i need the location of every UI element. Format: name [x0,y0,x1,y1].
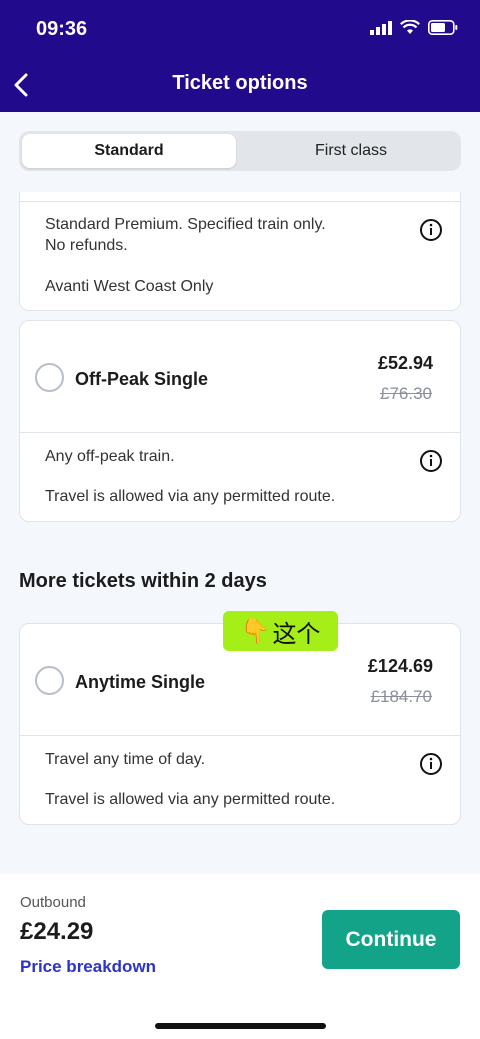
outbound-label: Outbound [20,894,86,911]
class-selector-bar: Standard First class [0,112,480,192]
ticket-radio[interactable] [35,666,64,695]
total-price: £24.29 [20,918,94,945]
ticket-operator: Avanti West Coast Only [45,278,214,295]
ticket-price: £52.94 [377,353,433,373]
annotation-sticker: 👇 这个 [223,611,338,651]
info-icon[interactable] [419,218,443,242]
ticket-description: Any off-peak train. [45,448,175,465]
card-header: Off-Peak Single £52.94 £76.30 [20,321,460,433]
checkout-bar: Outbound £24.29 Price breakdown Continue [0,874,480,1039]
ticket-card-off-peak-single[interactable]: Off-Peak Single £52.94 £76.30 Any off-pe… [19,320,461,522]
status-time: 09:36 [36,18,88,40]
ticket-old-price: £184.70 [370,687,432,706]
section-title: More tickets within 2 days [19,570,267,592]
ticket-list: Standard Premium. Specified train only. … [0,188,480,874]
battery-icon [428,20,458,35]
sticker-text: 这个 [272,620,321,648]
ticket-radio[interactable] [35,363,64,392]
status-icons [370,20,458,35]
ticket-description: Travel any time of day. [45,751,206,768]
ticket-price: £124.69 [367,656,433,676]
page-title: Ticket options [172,72,308,94]
ticket-card-anytime-single[interactable]: 👇 这个 Anytime Single £124.69 £184.70 Trav… [19,611,461,825]
home-indicator [155,1023,326,1029]
wifi-icon [400,20,420,34]
price-breakdown-link[interactable]: Price breakdown [20,957,156,977]
app-header: 09:36 Ticket options [0,0,480,112]
ticket-name: Anytime Single [75,672,206,692]
card-header: 👇 这个 Anytime Single £124.69 £184.70 [20,611,460,736]
cellular-signal-icon [370,20,392,35]
ticket-description: Standard Premium. Specified train only. [45,216,326,233]
ticket-name: Off-Peak Single [75,369,209,389]
tab-first-class[interactable]: First class [244,134,458,168]
ticket-old-price: £76.30 [380,384,432,403]
ticket-route-info: Travel is allowed via any permitted rout… [45,791,336,808]
ticket-route-info: Travel is allowed via any permitted rout… [45,488,336,505]
class-segmented-control: Standard First class [19,131,461,171]
info-icon[interactable] [419,752,443,776]
continue-button[interactable]: Continue [322,910,460,969]
ticket-description-extra: No refunds. [45,237,128,254]
tab-standard[interactable]: Standard [22,134,236,168]
pointing-down-icon: 👇 [240,617,271,645]
ticket-card-standard-premium: Standard Premium. Specified train only. … [19,188,461,311]
info-icon[interactable] [419,449,443,473]
